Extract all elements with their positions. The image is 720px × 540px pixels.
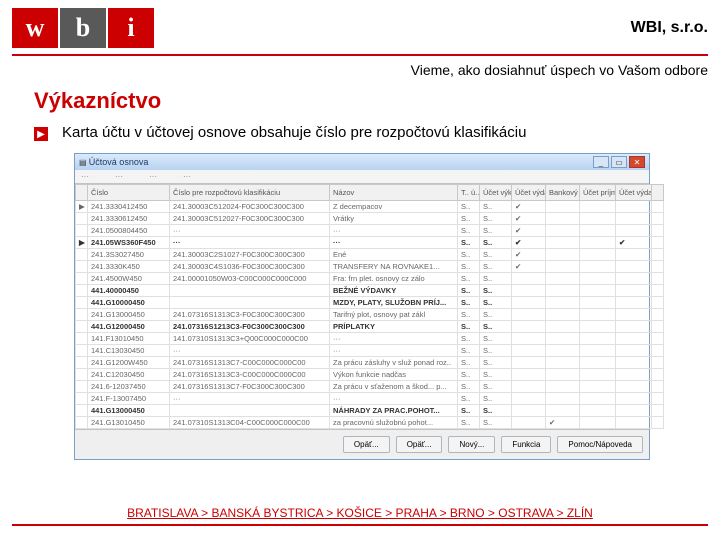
- bullet-icon: ▶: [34, 127, 48, 141]
- table-row[interactable]: 241.F-13007450······S..S..: [76, 393, 664, 405]
- logo-letter-i: i: [108, 8, 154, 48]
- table-row[interactable]: 241.3330K450241.30003C4S1036-F0C300C300C…: [76, 261, 664, 273]
- button-bar: Opäť... Opäť... Nový... Funkcia Pomoc/Ná…: [75, 429, 649, 459]
- column-header[interactable]: Číslo: [88, 185, 170, 201]
- window-titlebar[interactable]: ▤ Účtová osnova _ ▭ ✕: [75, 154, 649, 170]
- window-title: Účtová osnova: [89, 157, 149, 167]
- help-button[interactable]: Pomoc/Nápoveda: [557, 436, 643, 453]
- column-header[interactable]: Bankový účet: [546, 185, 580, 201]
- table-row[interactable]: 241.6-12037450241.07316S1313C7-F0C300C30…: [76, 381, 664, 393]
- function-button[interactable]: Funkcia: [501, 436, 551, 453]
- column-header[interactable]: Účet výkazov: [480, 185, 512, 201]
- logo-letter-w: w: [12, 8, 58, 48]
- table-row[interactable]: 441.G10000450MZDY, PLATY, SLUŽOBN PRÍJ..…: [76, 297, 664, 309]
- section-title: Výkazníctvo: [0, 82, 720, 124]
- column-header[interactable]: [76, 185, 88, 201]
- app-window: ▤ Účtová osnova _ ▭ ✕ ··· ··· ··· ··· Čí…: [74, 153, 650, 460]
- toolbar-item[interactable]: ···: [81, 172, 89, 181]
- table-row[interactable]: 241.3330612450241.30003C512027-F0C300C30…: [76, 213, 664, 225]
- toolbar: ··· ··· ··· ···: [75, 170, 649, 184]
- column-header[interactable]: Účet výdavkov: [512, 185, 546, 201]
- logo-letter-b: b: [60, 8, 106, 48]
- toolbar-item[interactable]: ···: [115, 172, 123, 181]
- footer-divider: [12, 524, 708, 526]
- column-header[interactable]: Číslo pre rozpočtovú klasifikáciu: [170, 185, 330, 201]
- column-header[interactable]: [652, 185, 664, 201]
- column-header[interactable]: Účet výdavkov 2: [616, 185, 652, 201]
- action-button[interactable]: Opäť...: [396, 436, 443, 453]
- bullet-item: ▶ Karta účtu v účtovej osnove obsahuje č…: [34, 124, 720, 141]
- table-row[interactable]: 241.G1200W450241.07316S1313C7-C00C000C00…: [76, 357, 664, 369]
- app-icon: ▤: [79, 158, 87, 167]
- tagline: Vieme, ako dosiahnuť úspech vo Vašom odb…: [0, 56, 720, 82]
- header-bar: w b i WBI, s.r.o.: [0, 0, 720, 54]
- footer-cities: BRATISLAVA > BANSKÁ BYSTRICA > KOŠICE > …: [127, 506, 593, 520]
- table-row[interactable]: 141.F13010450141.07310S1313C3+Q00C000C00…: [76, 333, 664, 345]
- table-row[interactable]: ▶241.05WS360F450······S..S..✔✔: [76, 237, 664, 249]
- table-row[interactable]: 241.3S3027450241.30003C2S1027-F0C300C300…: [76, 249, 664, 261]
- minimize-button[interactable]: _: [593, 156, 609, 168]
- column-header[interactable]: Názov: [330, 185, 458, 201]
- table-row[interactable]: 241.G13000450241.07316S1313C3-F0C300C300…: [76, 309, 664, 321]
- table-row[interactable]: 441.G13000450NÁHRADY ZA PRAC.POHOT...S..…: [76, 405, 664, 417]
- table-row[interactable]: 241.C12030450241.07316S1313C3-C00C000C00…: [76, 369, 664, 381]
- table-row[interactable]: 441.G12000450241.07316S1213C3-F0C300C300…: [76, 321, 664, 333]
- table-row[interactable]: ▶241.3330412450241.30003C512024-F0C300C3…: [76, 201, 664, 213]
- close-button[interactable]: ✕: [629, 156, 645, 168]
- column-header[interactable]: T.. ú..: [458, 185, 480, 201]
- data-grid[interactable]: ČísloČíslo pre rozpočtovú klasifikáciuNá…: [75, 184, 649, 429]
- table-row[interactable]: 241.4500W450241.00001050W03-C00C000C000C…: [76, 273, 664, 285]
- logo: w b i: [12, 8, 154, 48]
- table-row[interactable]: 141.C13030450······S..S..: [76, 345, 664, 357]
- table-row[interactable]: 241.G13010450241.07310S1313C04-C00C000C0…: [76, 417, 664, 429]
- action-button[interactable]: Opäť...: [343, 436, 390, 453]
- new-button[interactable]: Nový...: [448, 436, 495, 453]
- toolbar-item[interactable]: ···: [149, 172, 157, 181]
- bullet-text: Karta účtu v účtovej osnove obsahuje čís…: [62, 124, 526, 141]
- toolbar-item[interactable]: ···: [183, 172, 191, 181]
- maximize-button[interactable]: ▭: [611, 156, 627, 168]
- table-row[interactable]: 441.40000450BEŽNÉ VÝDAVKYS..S..: [76, 285, 664, 297]
- footer: BRATISLAVA > BANSKÁ BYSTRICA > KOŠICE > …: [0, 506, 720, 526]
- company-name: WBI, s.r.o.: [631, 19, 708, 37]
- column-header[interactable]: Účet príjmov 2: [580, 185, 616, 201]
- table-row[interactable]: 241.0500804450······S..S..✔: [76, 225, 664, 237]
